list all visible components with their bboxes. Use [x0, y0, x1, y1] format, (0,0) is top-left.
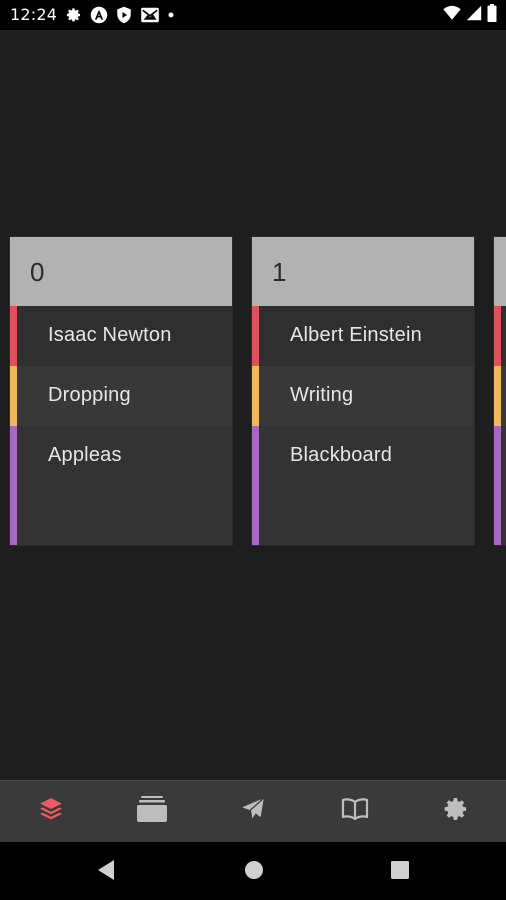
card-row[interactable]	[494, 366, 506, 426]
recents-button[interactable]	[388, 860, 412, 884]
system-navigation-bar	[0, 842, 506, 900]
wifi-icon	[443, 5, 461, 25]
card-row[interactable]	[494, 306, 506, 366]
board-area[interactable]: 0 Isaac Newton Dropping Appleas 1 Albert…	[0, 30, 506, 780]
card-header[interactable]	[494, 237, 506, 306]
a-circle-icon	[90, 6, 108, 24]
color-stripe-purple	[252, 426, 259, 545]
nav-layers-button[interactable]	[31, 791, 71, 831]
notification-icons	[66, 6, 174, 24]
card-header[interactable]: 1	[252, 237, 474, 306]
card-row-label: Blackboard	[290, 444, 393, 466]
card-1[interactable]: 1 Albert Einstein Writing Blackboard	[252, 237, 474, 545]
card-row-label: Writing	[290, 384, 354, 406]
nav-send-button[interactable]	[233, 791, 273, 831]
cards-stack-icon	[136, 795, 168, 827]
card-row-label: Dropping	[48, 384, 131, 406]
color-stripe-yellow	[252, 366, 259, 426]
card-0[interactable]: 0 Isaac Newton Dropping Appleas	[10, 237, 232, 545]
card-row[interactable]: Albert Einstein	[252, 306, 474, 366]
card-row[interactable]: Blackboard	[252, 426, 474, 545]
card-row[interactable]: Writing	[252, 366, 474, 426]
gear-icon	[66, 7, 82, 23]
back-icon	[96, 859, 116, 885]
nav-cards-button[interactable]	[132, 791, 172, 831]
card-row-label: Isaac Newton	[48, 324, 172, 346]
card-row[interactable]	[494, 426, 506, 545]
dot-icon	[168, 12, 174, 18]
settings-icon	[443, 796, 469, 826]
status-bar: 12:24	[0, 0, 506, 30]
color-stripe-yellow	[494, 366, 501, 426]
card-row[interactable]: Dropping	[10, 366, 232, 426]
card-row[interactable]: Appleas	[10, 426, 232, 545]
layers-icon	[38, 796, 64, 826]
card-header[interactable]: 0	[10, 237, 232, 306]
status-time: 12:24	[10, 5, 58, 24]
nav-settings-button[interactable]	[436, 791, 476, 831]
color-stripe-red	[252, 306, 259, 366]
color-stripe-red	[494, 306, 501, 366]
home-button[interactable]	[242, 860, 266, 884]
card-2[interactable]	[494, 237, 506, 545]
cell-signal-icon	[466, 5, 482, 25]
card-row[interactable]: Isaac Newton	[10, 306, 232, 366]
card-number: 1	[272, 257, 287, 287]
mail-icon	[140, 7, 160, 23]
home-icon	[244, 860, 264, 884]
color-stripe-purple	[494, 426, 501, 545]
card-row-label: Appleas	[48, 444, 122, 466]
card-number: 0	[30, 257, 45, 287]
shield-play-icon	[116, 6, 132, 24]
book-icon	[341, 797, 369, 825]
color-stripe-yellow	[10, 366, 17, 426]
nav-book-button[interactable]	[335, 791, 375, 831]
send-icon	[240, 796, 266, 826]
bottom-navigation	[0, 780, 506, 842]
system-status-icons	[443, 4, 497, 26]
color-stripe-purple	[10, 426, 17, 545]
recents-icon	[390, 860, 410, 884]
battery-icon	[487, 4, 497, 26]
color-stripe-red	[10, 306, 17, 366]
card-row-label: Albert Einstein	[290, 324, 422, 346]
back-button[interactable]	[94, 860, 118, 884]
